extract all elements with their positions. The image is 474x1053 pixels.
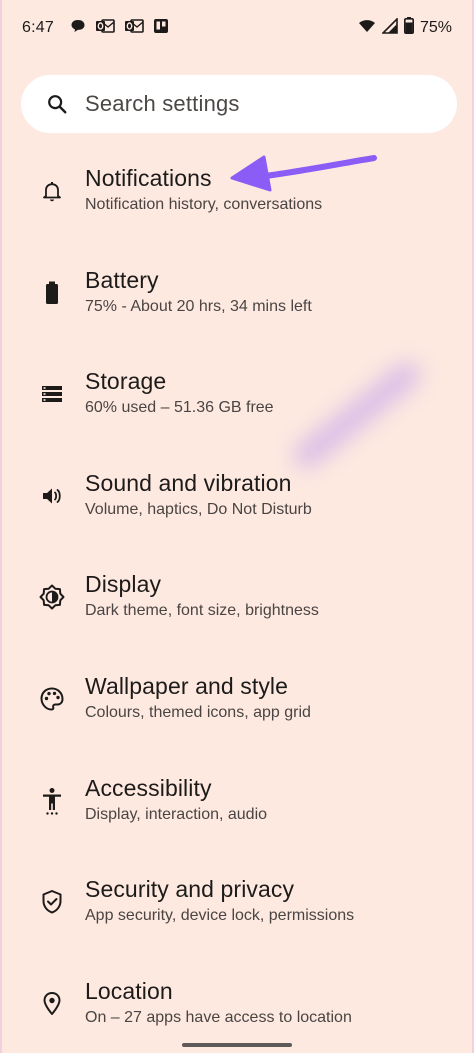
setting-title: Security and privacy xyxy=(85,876,295,903)
setting-text: Display Dark theme, font size, brightnes… xyxy=(85,556,319,622)
setting-text: Security and privacy App security, devic… xyxy=(85,861,354,927)
status-left: 6:47 xyxy=(22,18,169,39)
notification-icons xyxy=(70,18,169,39)
setting-text: Wallpaper and style Colours, themed icon… xyxy=(85,658,311,724)
setting-title: Accessibility xyxy=(85,774,212,801)
setting-title: Sound and vibration xyxy=(85,469,292,496)
shield-icon xyxy=(37,887,67,917)
settings-screen: 6:47 75% Search settings Notifications N… xyxy=(0,0,474,1053)
battery-icon xyxy=(403,17,414,39)
cellular-signal-icon xyxy=(381,16,398,39)
setting-title: Location xyxy=(85,977,173,1004)
battery-percentage: 75% xyxy=(419,19,452,36)
setting-sound-and-vibration[interactable]: Sound and vibration Volume, haptics, Do … xyxy=(2,455,472,557)
status-right: 75% xyxy=(358,16,452,39)
palette-icon xyxy=(37,684,67,714)
battery-icon xyxy=(37,278,67,308)
setting-subtitle: Colours, themed icons, app grid xyxy=(85,703,311,721)
setting-subtitle: Display, interaction, audio xyxy=(85,805,268,823)
search-placeholder: Search settings xyxy=(85,91,240,116)
wifi-icon xyxy=(358,18,376,39)
setting-wallpaper-and-style[interactable]: Wallpaper and style Colours, themed icon… xyxy=(2,658,472,760)
setting-text: Accessibility Display, interaction, audi… xyxy=(85,760,267,826)
setting-subtitle: 60% used – 51.36 GB free xyxy=(85,399,274,417)
home-indicator[interactable] xyxy=(182,1043,292,1047)
setting-title: Notifications xyxy=(85,165,212,191)
setting-notifications[interactable]: Notifications Notification history, conv… xyxy=(2,150,472,252)
setting-storage[interactable]: Storage 60% used – 51.36 GB free xyxy=(2,353,472,455)
location-pin-icon xyxy=(37,989,67,1019)
setting-text: Battery 75% - About 20 hrs, 34 mins left xyxy=(85,252,312,318)
setting-subtitle: On – 27 apps have access to location xyxy=(85,1008,352,1026)
setting-accessibility[interactable]: Accessibility Display, interaction, audi… xyxy=(2,760,472,862)
setting-location[interactable]: Location On – 27 apps have access to loc… xyxy=(2,963,472,1053)
setting-title: Battery xyxy=(85,266,159,293)
chat-bubble-icon xyxy=(70,18,86,39)
setting-title: Display xyxy=(85,571,162,598)
storage-icon xyxy=(37,379,67,409)
setting-text: Storage 60% used – 51.36 GB free xyxy=(85,353,274,419)
setting-subtitle: Notification history, conversations xyxy=(85,196,323,213)
outlook-icon xyxy=(95,18,115,39)
setting-subtitle: Dark theme, font size, brightness xyxy=(85,602,319,620)
trello-icon xyxy=(153,18,169,39)
bell-icon xyxy=(37,176,67,206)
status-time: 6:47 xyxy=(22,19,54,36)
setting-text: Notifications Notification history, conv… xyxy=(85,150,322,216)
setting-title: Storage xyxy=(85,368,167,395)
setting-text: Location On – 27 apps have access to loc… xyxy=(85,963,352,1029)
accessibility-icon xyxy=(37,786,67,816)
outlook-icon xyxy=(124,18,144,39)
setting-text: Sound and vibration Volume, haptics, Do … xyxy=(85,455,312,521)
setting-subtitle: App security, device lock, permissions xyxy=(85,907,355,925)
search-icon xyxy=(45,92,69,116)
setting-battery[interactable]: Battery 75% - About 20 hrs, 34 mins left xyxy=(2,252,472,354)
volume-icon xyxy=(37,481,67,511)
status-bar: 6:47 75% xyxy=(2,0,472,56)
settings-list: Notifications Notification history, conv… xyxy=(2,150,472,1053)
setting-subtitle: 75% - About 20 hrs, 34 mins left xyxy=(85,297,312,315)
setting-display[interactable]: Display Dark theme, font size, brightnes… xyxy=(2,556,472,658)
search-settings-bar[interactable]: Search settings xyxy=(21,75,457,133)
setting-security-and-privacy[interactable]: Security and privacy App security, devic… xyxy=(2,861,472,963)
brightness-icon xyxy=(37,582,67,612)
setting-title: Wallpaper and style xyxy=(85,672,289,699)
setting-subtitle: Volume, haptics, Do Not Disturb xyxy=(85,500,312,518)
